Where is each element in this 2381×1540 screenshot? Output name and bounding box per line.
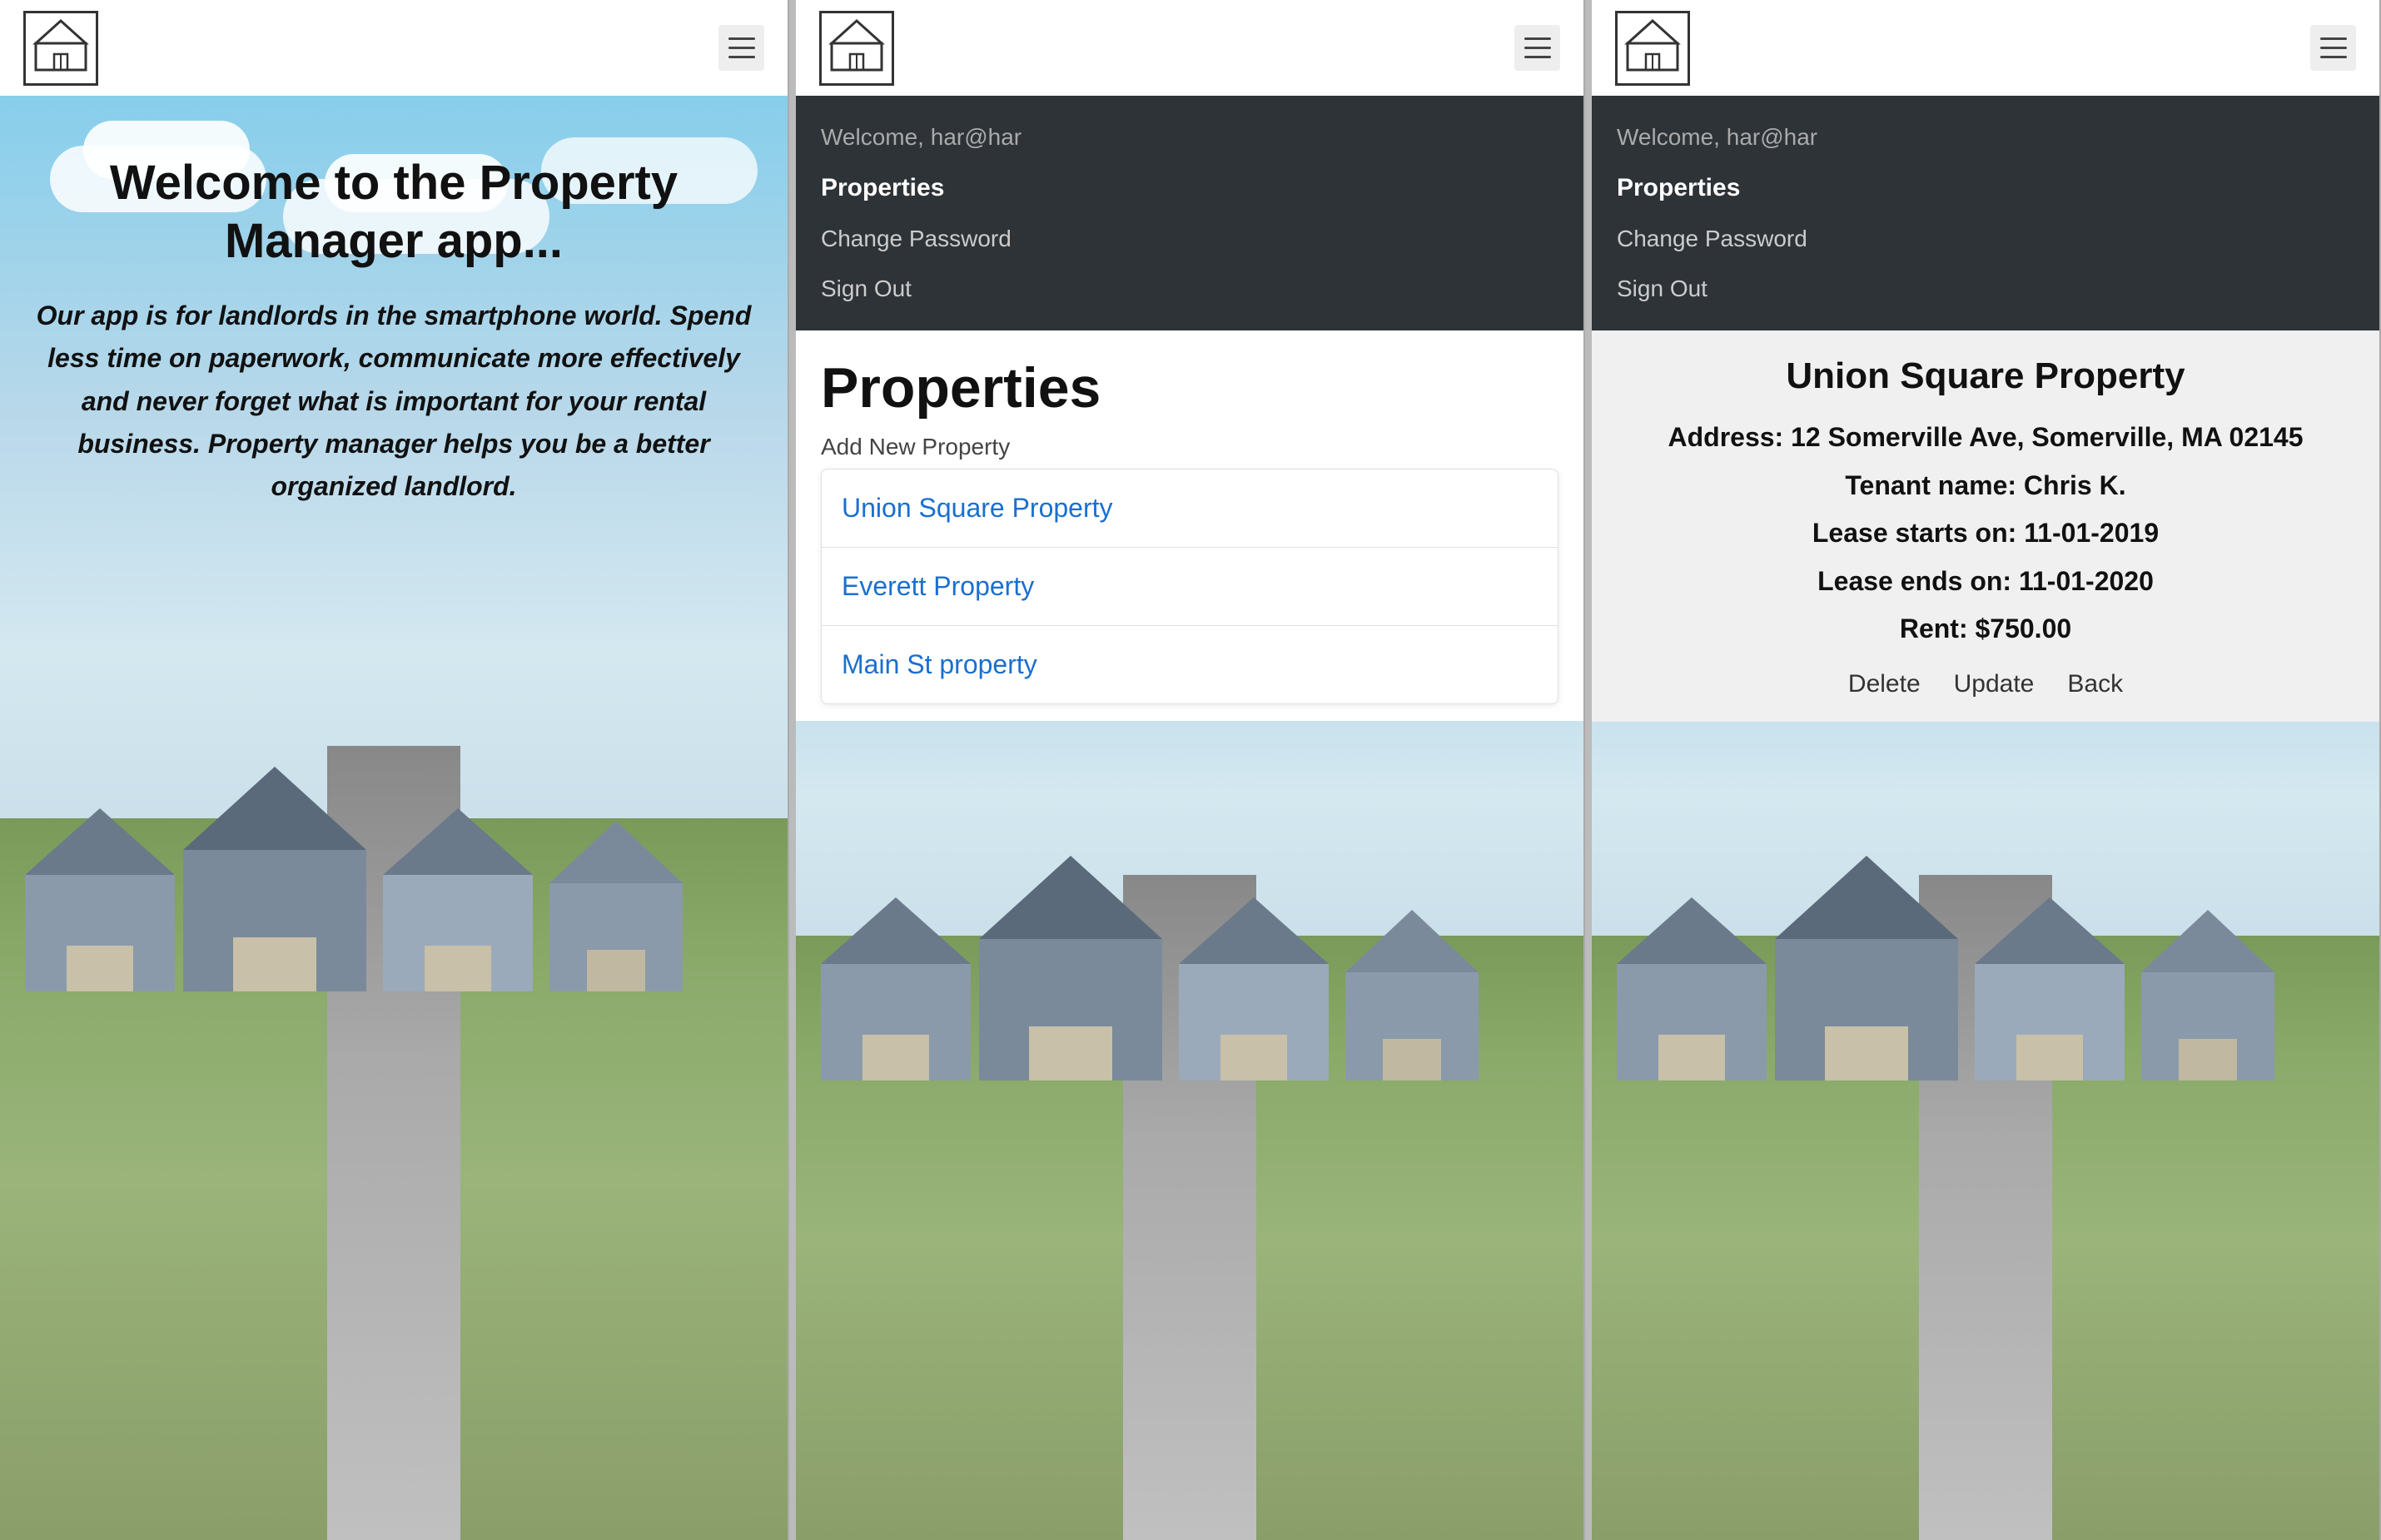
property-list-item-everett[interactable]: Everett Property	[822, 548, 1558, 626]
property-list-item-union[interactable]: Union Square Property	[822, 469, 1558, 548]
menu-welcome-panel2: Welcome, har@har	[821, 112, 1558, 162]
welcome-content: Welcome to the Property Manager app... O…	[0, 129, 788, 533]
hamburger-line1	[728, 37, 755, 40]
logo-box-panel2	[819, 11, 894, 86]
house-left	[25, 808, 175, 991]
update-action[interactable]: Update	[1954, 670, 2035, 698]
hamburger-line3	[728, 56, 755, 58]
property-detail-section: Union Square Property Address: 12 Somerv…	[1592, 330, 2379, 722]
panel-welcome: Welcome to the Property Manager app... O…	[0, 0, 789, 1540]
menu-welcome-panel3: Welcome, har@har	[1617, 112, 2354, 162]
hamburger-line2-p2	[1524, 47, 1551, 49]
house-center	[383, 808, 533, 991]
property-detail-address: Address: 12 Somerville Ave, Somerville, …	[1617, 414, 2354, 462]
house-left-p2	[821, 897, 971, 1080]
house-center-p3	[1775, 856, 1958, 1080]
property-list: Union Square Property Everett Property M…	[821, 469, 1558, 704]
property-detail-tenant: Tenant name: Chris K.	[1617, 462, 2354, 510]
hamburger-line1-p3	[2320, 37, 2347, 40]
property-list-item-mainst[interactable]: Main St property	[822, 626, 1558, 703]
navbar-panel1	[0, 0, 788, 96]
hamburger-line2-p3	[2320, 47, 2347, 49]
house-center-p2	[979, 856, 1162, 1080]
house-icon-panel2	[828, 17, 886, 79]
house-right-p3	[1975, 897, 2125, 1080]
hamburger-button-panel2[interactable]	[1514, 25, 1560, 71]
hamburger-button-panel3[interactable]	[2310, 25, 2356, 71]
house-far-right-p3	[2141, 910, 2274, 1080]
menu-change-password-panel2[interactable]: Change Password	[821, 214, 1558, 264]
hamburger-line1-p2	[1524, 37, 1551, 40]
hamburger-line3-p2	[1524, 56, 1551, 58]
house-icon-panel3	[1623, 17, 1682, 79]
hamburger-button-panel1[interactable]	[718, 25, 764, 71]
house-right-p2	[1179, 897, 1329, 1080]
delete-action[interactable]: Delete	[1848, 670, 1921, 698]
property-detail-rent: Rent: $750.00	[1617, 605, 2354, 653]
navbar-panel3	[1592, 0, 2379, 96]
hamburger-line2	[728, 47, 755, 49]
house-far-right-p2	[1345, 910, 1479, 1080]
properties-section: Properties Add New Property Union Square…	[796, 330, 1583, 721]
background-scene-panel1: Welcome to the Property Manager app... O…	[0, 96, 788, 1540]
house-center-left	[183, 767, 366, 991]
welcome-description: Our app is for landlords in the smartpho…	[33, 295, 754, 508]
navbar-panel2	[796, 0, 1583, 96]
dropdown-menu-panel3: Welcome, har@har Properties Change Passw…	[1592, 96, 2379, 330]
house-icon	[32, 17, 90, 79]
hamburger-line3-p3	[2320, 56, 2347, 58]
panel-properties: Welcome, har@har Properties Change Passw…	[796, 0, 1585, 1540]
menu-properties-panel2[interactable]: Properties	[821, 162, 1558, 214]
background-scene-panel3: Union Square Property Address: 12 Somerv…	[1592, 330, 2379, 1540]
dropdown-menu-panel2: Welcome, har@har Properties Change Passw…	[796, 96, 1583, 330]
panel-property-detail: Welcome, har@har Properties Change Passw…	[1592, 0, 2381, 1540]
property-detail-actions: Delete Update Back	[1617, 670, 2354, 698]
property-detail-lease-end: Lease ends on: 11-01-2020	[1617, 558, 2354, 606]
logo-box-panel3	[1615, 11, 1690, 86]
background-scene-panel2: Properties Add New Property Union Square…	[796, 330, 1583, 1540]
divider-2	[1585, 0, 1592, 1540]
menu-sign-out-panel3[interactable]: Sign Out	[1617, 264, 2354, 314]
house-left-p3	[1617, 897, 1767, 1080]
add-new-property-link[interactable]: Add New Property	[821, 434, 1558, 460]
property-detail-lease-start: Lease starts on: 11-01-2019	[1617, 509, 2354, 558]
menu-properties-panel3[interactable]: Properties	[1617, 162, 2354, 214]
property-detail-title: Union Square Property	[1617, 355, 2354, 397]
divider-1	[789, 0, 796, 1540]
welcome-title: Welcome to the Property Manager app...	[33, 154, 754, 270]
menu-change-password-panel3[interactable]: Change Password	[1617, 214, 2354, 264]
properties-heading: Properties	[821, 355, 1558, 420]
menu-sign-out-panel2[interactable]: Sign Out	[821, 264, 1558, 314]
back-action[interactable]: Back	[2067, 670, 2123, 698]
logo-box-panel1	[23, 11, 98, 86]
house-right	[549, 821, 683, 991]
